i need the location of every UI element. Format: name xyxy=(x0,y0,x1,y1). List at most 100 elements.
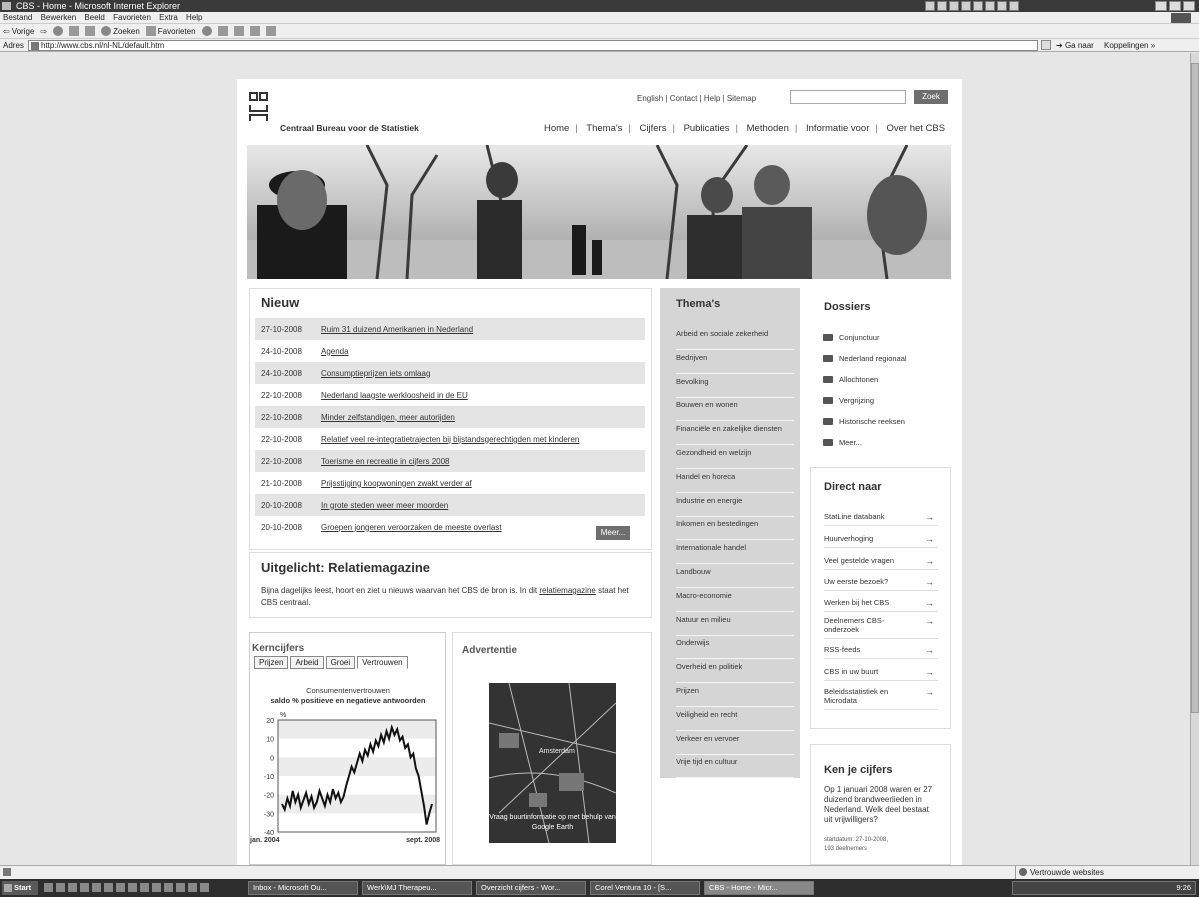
dossier-item[interactable]: Vergrijzing xyxy=(823,396,874,405)
news-item[interactable]: 20-10-2008 In grote steden weer meer moor… xyxy=(255,494,645,516)
refresh-icon[interactable] xyxy=(69,26,80,36)
menu-extra[interactable]: Extra xyxy=(159,13,178,22)
news-link[interactable]: Ruim 31 duizend Amerikanen in Nederland xyxy=(321,325,473,334)
news-link[interactable]: Minder zelfstandigen, meer autorijden xyxy=(321,413,455,422)
nav-publicaties[interactable]: Publicaties xyxy=(684,123,730,134)
mail-icon[interactable] xyxy=(217,26,228,36)
start-button[interactable]: Start xyxy=(2,881,38,895)
menu-beeld[interactable]: Beeld xyxy=(84,13,104,22)
direct-naar-link[interactable]: CBS in uw buurt → xyxy=(824,667,938,681)
quicklaunch-icon[interactable] xyxy=(152,883,161,892)
thema-item[interactable]: Macro-economie xyxy=(676,589,794,612)
thema-item[interactable]: Natuur en milieu xyxy=(676,613,794,636)
quicklaunch-icon[interactable] xyxy=(44,883,53,892)
news-link[interactable]: Prijsstijging koopwoningen zwakt verder … xyxy=(321,479,472,488)
direct-naar-link[interactable]: Uw eerste bezoek? → xyxy=(824,577,938,591)
task-ventura[interactable]: Corel Ventura 10 - [S... xyxy=(590,881,700,895)
edit-icon[interactable] xyxy=(249,26,260,36)
utility-links[interactable]: English | Contact | Help | Sitemap xyxy=(637,94,756,103)
nav-cijfers[interactable]: Cijfers xyxy=(640,123,667,134)
news-link[interactable]: Agenda xyxy=(321,347,349,356)
news-link[interactable]: Toerisme en recreatie in cijfers 2008 xyxy=(321,457,450,466)
menu-bewerken[interactable]: Bewerken xyxy=(41,13,77,22)
quicklaunch-icon[interactable] xyxy=(104,883,113,892)
dossier-item[interactable]: Meer... xyxy=(823,438,862,447)
thema-item[interactable]: Gezondheid en welzijn xyxy=(676,446,794,469)
dossier-item[interactable]: Nederland regionaal xyxy=(823,354,907,363)
task-outlook[interactable]: Inbox - Microsoft Ou... xyxy=(248,881,358,895)
quicklaunch-icon[interactable] xyxy=(80,883,89,892)
quicklaunch-icon[interactable] xyxy=(140,883,149,892)
quicklaunch-icon[interactable] xyxy=(176,883,185,892)
back-button[interactable]: ⇦ Vorige xyxy=(3,24,34,39)
dossier-item[interactable]: Allochtonen xyxy=(823,375,878,384)
thema-item[interactable]: Landbouw xyxy=(676,565,794,588)
news-link[interactable]: Relatief veel re-integratietrajecten bij… xyxy=(321,435,579,444)
thema-item[interactable]: Inkomen en bestedingen xyxy=(676,517,794,541)
thema-item[interactable]: Veiligheid en recht xyxy=(676,708,794,731)
news-item[interactable]: 22-10-2008 Toerisme en recreatie in cijfe… xyxy=(255,450,645,472)
nav-themas[interactable]: Thema's xyxy=(586,123,622,134)
news-more-button[interactable]: Meer... xyxy=(596,526,630,540)
task-cbs-home[interactable]: CBS - Home - Micr... xyxy=(704,881,814,895)
quicklaunch-icon[interactable] xyxy=(164,883,173,892)
scrollbar-thumb[interactable] xyxy=(1191,63,1199,713)
news-item[interactable]: 22-10-2008 Relatief veel re-integratietra… xyxy=(255,428,645,450)
menu-bestand[interactable]: Bestand xyxy=(3,13,32,22)
news-link[interactable]: Consumptieprijzen iets omlaag xyxy=(321,369,430,378)
thema-item[interactable]: Handel en horeca xyxy=(676,470,794,493)
thema-item[interactable]: Bedrijven xyxy=(676,351,794,374)
site-search-input[interactable] xyxy=(790,90,906,104)
tab-arbeid[interactable]: Arbeid xyxy=(290,656,324,669)
quicklaunch-icon[interactable] xyxy=(128,883,137,892)
task-werk[interactable]: Werk\MJ Therapeu... xyxy=(362,881,472,895)
task-word[interactable]: Overzicht cijfers - Wor... xyxy=(476,881,586,895)
cbs-logo[interactable] xyxy=(249,92,269,130)
tab-vertrouwen[interactable]: Vertrouwen xyxy=(357,656,408,669)
news-item[interactable]: 21-10-2008 Prijsstijging koopwoningen zwa… xyxy=(255,472,645,494)
thema-item[interactable]: Arbeid en sociale zekerheid xyxy=(676,327,794,350)
address-dropdown-icon[interactable] xyxy=(1041,40,1051,50)
forward-button[interactable]: ⇨ xyxy=(40,24,47,39)
direct-naar-link[interactable]: Deelnemers CBS-onderzoek → xyxy=(824,616,938,639)
stop-icon[interactable] xyxy=(53,26,64,36)
address-input[interactable]: http://www.cbs.nl/nl-NL/default.htm xyxy=(28,40,1038,51)
menu-favorieten[interactable]: Favorieten xyxy=(113,13,151,22)
dossier-item[interactable]: Conjunctuur xyxy=(823,333,879,342)
nav-methoden[interactable]: Methoden xyxy=(747,123,789,134)
thema-item[interactable]: Internationale handel xyxy=(676,541,794,565)
thema-item[interactable]: Overheid en politiek xyxy=(676,660,794,684)
favorites-button[interactable]: Favorieten xyxy=(145,24,196,39)
news-item[interactable]: 22-10-2008 Minder zelfstandigen, meer aut… xyxy=(255,406,645,428)
news-link[interactable]: In grote steden weer meer moorden xyxy=(321,501,448,510)
thema-item[interactable]: Bevolking xyxy=(676,375,794,398)
thema-item[interactable]: Bouwen en wonen xyxy=(676,398,794,422)
news-item[interactable]: 24-10-2008 Agenda xyxy=(255,340,645,362)
quicklaunch-icon[interactable] xyxy=(200,883,209,892)
print-icon[interactable] xyxy=(233,26,244,36)
quicklaunch-icon[interactable] xyxy=(116,883,125,892)
nav-home[interactable]: Home xyxy=(544,123,569,134)
tab-groei[interactable]: Groei xyxy=(325,656,356,669)
dossier-item[interactable]: Historische reeksen xyxy=(823,417,905,426)
direct-naar-link[interactable]: RSS-feeds → xyxy=(824,645,938,659)
maximize-button[interactable] xyxy=(1169,1,1181,11)
thema-item[interactable]: Vrije tijd en cultuur xyxy=(676,755,794,779)
ken-je-cijfers-question[interactable]: Op 1 januari 2008 waren er 27 duizend br… xyxy=(824,785,939,825)
news-link[interactable]: Nederland laagste werkloosheid in de EU xyxy=(321,391,468,400)
nav-informatie-voor[interactable]: Informatie voor xyxy=(806,123,869,134)
news-link[interactable]: Groepen jongeren veroorzaken de meeste o… xyxy=(321,523,502,532)
messenger-icon[interactable] xyxy=(265,26,276,36)
minimize-button[interactable] xyxy=(1155,1,1167,11)
direct-naar-link[interactable]: Veel gestelde vragen → xyxy=(824,556,938,570)
nav-over-het-cbs[interactable]: Over het CBS xyxy=(886,123,945,134)
quicklaunch-icon[interactable] xyxy=(92,883,101,892)
thema-item[interactable]: Financiële en zakelijke diensten xyxy=(676,422,794,446)
quicklaunch-icon[interactable] xyxy=(188,883,197,892)
search-button[interactable]: Zoeken xyxy=(101,24,140,39)
vertical-scrollbar[interactable] xyxy=(1190,53,1199,865)
links-button[interactable]: Koppelingen » xyxy=(1104,39,1155,52)
thema-item[interactable]: Prijzen xyxy=(676,684,794,707)
direct-naar-link[interactable]: Beleidsstatistiek en Microdata → xyxy=(824,687,938,710)
history-icon[interactable] xyxy=(201,26,212,36)
